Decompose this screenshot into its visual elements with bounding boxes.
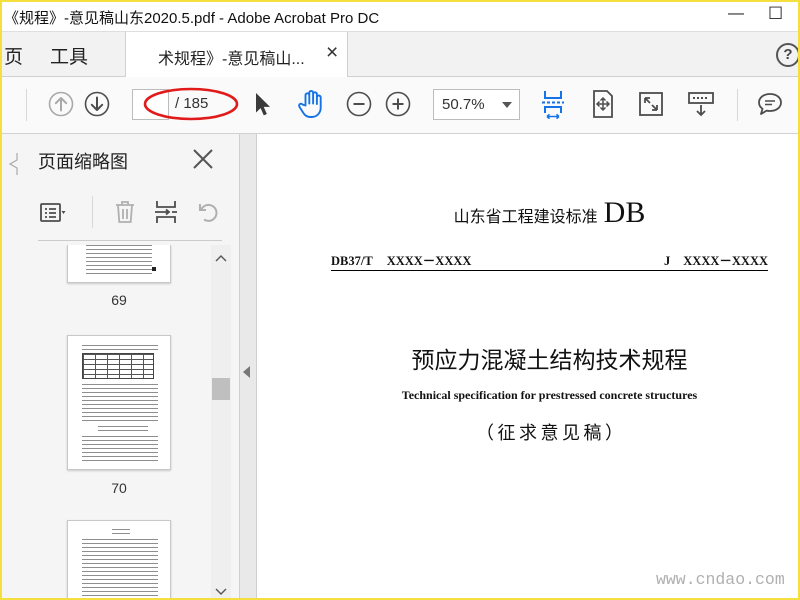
scrollbar-thumb[interactable] [212, 378, 230, 400]
toolbar-separator [737, 89, 738, 121]
page-thumbnail-label: 69 [111, 292, 127, 308]
toolbar: / 185 50.7% [0, 77, 800, 134]
tab-tools[interactable]: 工具 [50, 42, 88, 69]
panel-pointer-icon[interactable] [8, 153, 18, 175]
standard-label: 山东省工程建设标准 [453, 209, 598, 226]
title-bar: 《规程》-意见稿山东2020.5.pdf - Adobe Acrobat Pro… [0, 0, 800, 32]
full-screen-icon[interactable] [637, 90, 665, 118]
thumbnail-text-lines [82, 345, 158, 350]
standard-header: 山东省工程建设标准 DB [331, 196, 768, 230]
tab-document-label: 术规程》-意见稿山... [158, 51, 305, 68]
comment-icon[interactable] [756, 90, 784, 118]
thumbnails-panel: 页面缩略图 69 70 [0, 134, 240, 600]
select-tool-icon[interactable] [251, 91, 273, 117]
trash-icon[interactable] [113, 199, 137, 225]
draft-note: （征求意见稿） [476, 423, 627, 443]
rotate-icon[interactable] [197, 200, 221, 224]
thumbnail-list: 69 70 [0, 245, 211, 600]
scroll-down-icon[interactable] [215, 588, 227, 596]
insert-pages-icon[interactable] [153, 199, 179, 225]
toolbar-separator [26, 89, 27, 121]
panel-scrollbar[interactable] [211, 245, 231, 600]
chevron-down-icon [502, 102, 512, 108]
zoom-out-icon[interactable] [346, 91, 372, 117]
code-right-number: XXXX－XXXX [683, 254, 768, 268]
close-icon[interactable] [192, 148, 214, 170]
page-thumbnail-label: 70 [111, 480, 127, 496]
watermark: www.cndao.com [656, 570, 785, 589]
code-left-number: XXXX－XXXX [386, 254, 472, 268]
hand-tool-icon[interactable] [297, 89, 325, 119]
tab-home[interactable]: 页 [4, 42, 23, 69]
tab-document[interactable]: 术规程》-意见稿山... × [125, 32, 348, 77]
thumbnail-text-lines [112, 529, 130, 534]
next-page-icon[interactable] [84, 91, 110, 117]
panel-collapse-handle[interactable] [240, 134, 256, 600]
red-annotation-ellipse [143, 87, 239, 121]
thumbnail-mark [152, 267, 156, 271]
thumbnail-options-icon[interactable] [40, 202, 66, 224]
code-right-prefix: J [664, 254, 671, 268]
document-title: 预应力混凝土结构技术规程 [411, 348, 688, 373]
document-title-english: Technical specification for prestressed … [401, 388, 698, 402]
scroll-mode-icon[interactable] [539, 89, 567, 119]
zoom-value: 50.7% [442, 96, 485, 113]
previous-page-icon[interactable] [48, 91, 74, 117]
zoom-in-icon[interactable] [385, 91, 411, 117]
zoom-dropdown[interactable]: 50.7% [433, 89, 520, 120]
document-page: 山东省工程建设标准 DB DB37/T XXXX－XXXX J XXXX－XXXX … [256, 134, 800, 600]
page-thumbnail[interactable] [67, 245, 171, 283]
tab-close-button[interactable]: × [326, 41, 338, 65]
collapse-arrow-icon [243, 366, 250, 378]
window-title: 《规程》-意见稿山东2020.5.pdf - Adobe Acrobat Pro… [4, 10, 380, 27]
thumbnail-table [82, 353, 154, 379]
header-rule [331, 270, 768, 271]
panel-separator [92, 196, 93, 228]
thumbnail-text-lines [86, 245, 152, 277]
thumbnail-text-lines [82, 436, 158, 462]
code-right: J XXXX－XXXX [664, 250, 768, 269]
read-mode-icon[interactable] [687, 90, 715, 118]
page-thumbnail[interactable] [67, 520, 171, 600]
panel-title: 页面缩略图 [38, 152, 128, 172]
thumbnail-text-lines [82, 539, 158, 600]
code-left-prefix: DB37/T [331, 254, 373, 268]
help-icon[interactable]: ? [776, 43, 800, 67]
scroll-up-icon[interactable] [215, 254, 227, 262]
page-thumbnail[interactable] [67, 335, 171, 470]
standard-code: DB [603, 196, 646, 229]
minimize-button[interactable]: — [728, 5, 744, 23]
fit-page-icon[interactable] [589, 89, 617, 119]
thumbnail-text-lines [98, 426, 148, 432]
tab-bar: 页 工具 术规程》-意见稿山... × ? [0, 32, 800, 77]
code-left: DB37/T XXXX－XXXX [331, 250, 471, 269]
panel-divider [38, 240, 222, 241]
standard-codes-row: DB37/T XXXX－XXXX J XXXX－XXXX [331, 250, 768, 269]
maximize-button[interactable]: ☐ [768, 4, 783, 24]
thumbnail-text-lines [82, 384, 158, 422]
